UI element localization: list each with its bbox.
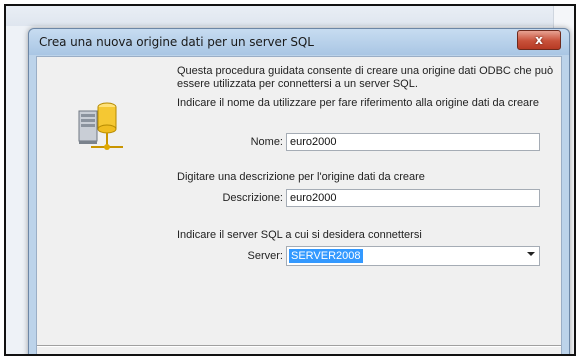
dialog-title: Crea una nuova origine dati per un serve… <box>39 35 314 49</box>
wizard-image-panel <box>37 57 175 354</box>
server-selected-value: SERVER2008 <box>289 249 363 263</box>
description-prompt: Digitare una descrizione per l'origine d… <box>177 171 425 183</box>
screenshot-frame: r Crea una nuova origine dati per un ser… <box>4 4 576 356</box>
footer-separator <box>37 345 561 347</box>
server-label: Server: <box>247 250 283 262</box>
close-button[interactable]: x <box>517 30 561 50</box>
title-bar[interactable]: Crea una nuova origine dati per un serve… <box>29 29 569 55</box>
description-row: Descrizione: <box>177 189 540 207</box>
description-label: Descrizione: <box>222 192 283 204</box>
dialog-client-area: Questa procedura guidata consente di cre… <box>36 56 562 354</box>
description-field[interactable] <box>286 189 540 207</box>
server-row: Server: SERVER2008 <box>177 246 540 266</box>
name-field[interactable] <box>286 133 540 151</box>
close-icon: x <box>535 33 543 47</box>
chevron-down-icon[interactable] <box>527 252 535 256</box>
odbc-wizard-dialog: Crea una nuova origine dati per un serve… <box>28 28 570 354</box>
name-label: Nome: <box>250 136 283 148</box>
intro-text: Questa procedura guidata consente di cre… <box>177 65 554 90</box>
server-dropdown[interactable]: SERVER2008 <box>286 246 540 266</box>
name-row: Nome: <box>177 133 540 151</box>
name-prompt: Indicare il nome da utilizzare per fare … <box>177 97 539 109</box>
background-window-strip <box>6 6 574 26</box>
database-server-icon <box>78 102 123 150</box>
server-prompt: Indicare il server SQL a cui si desidera… <box>177 229 422 241</box>
